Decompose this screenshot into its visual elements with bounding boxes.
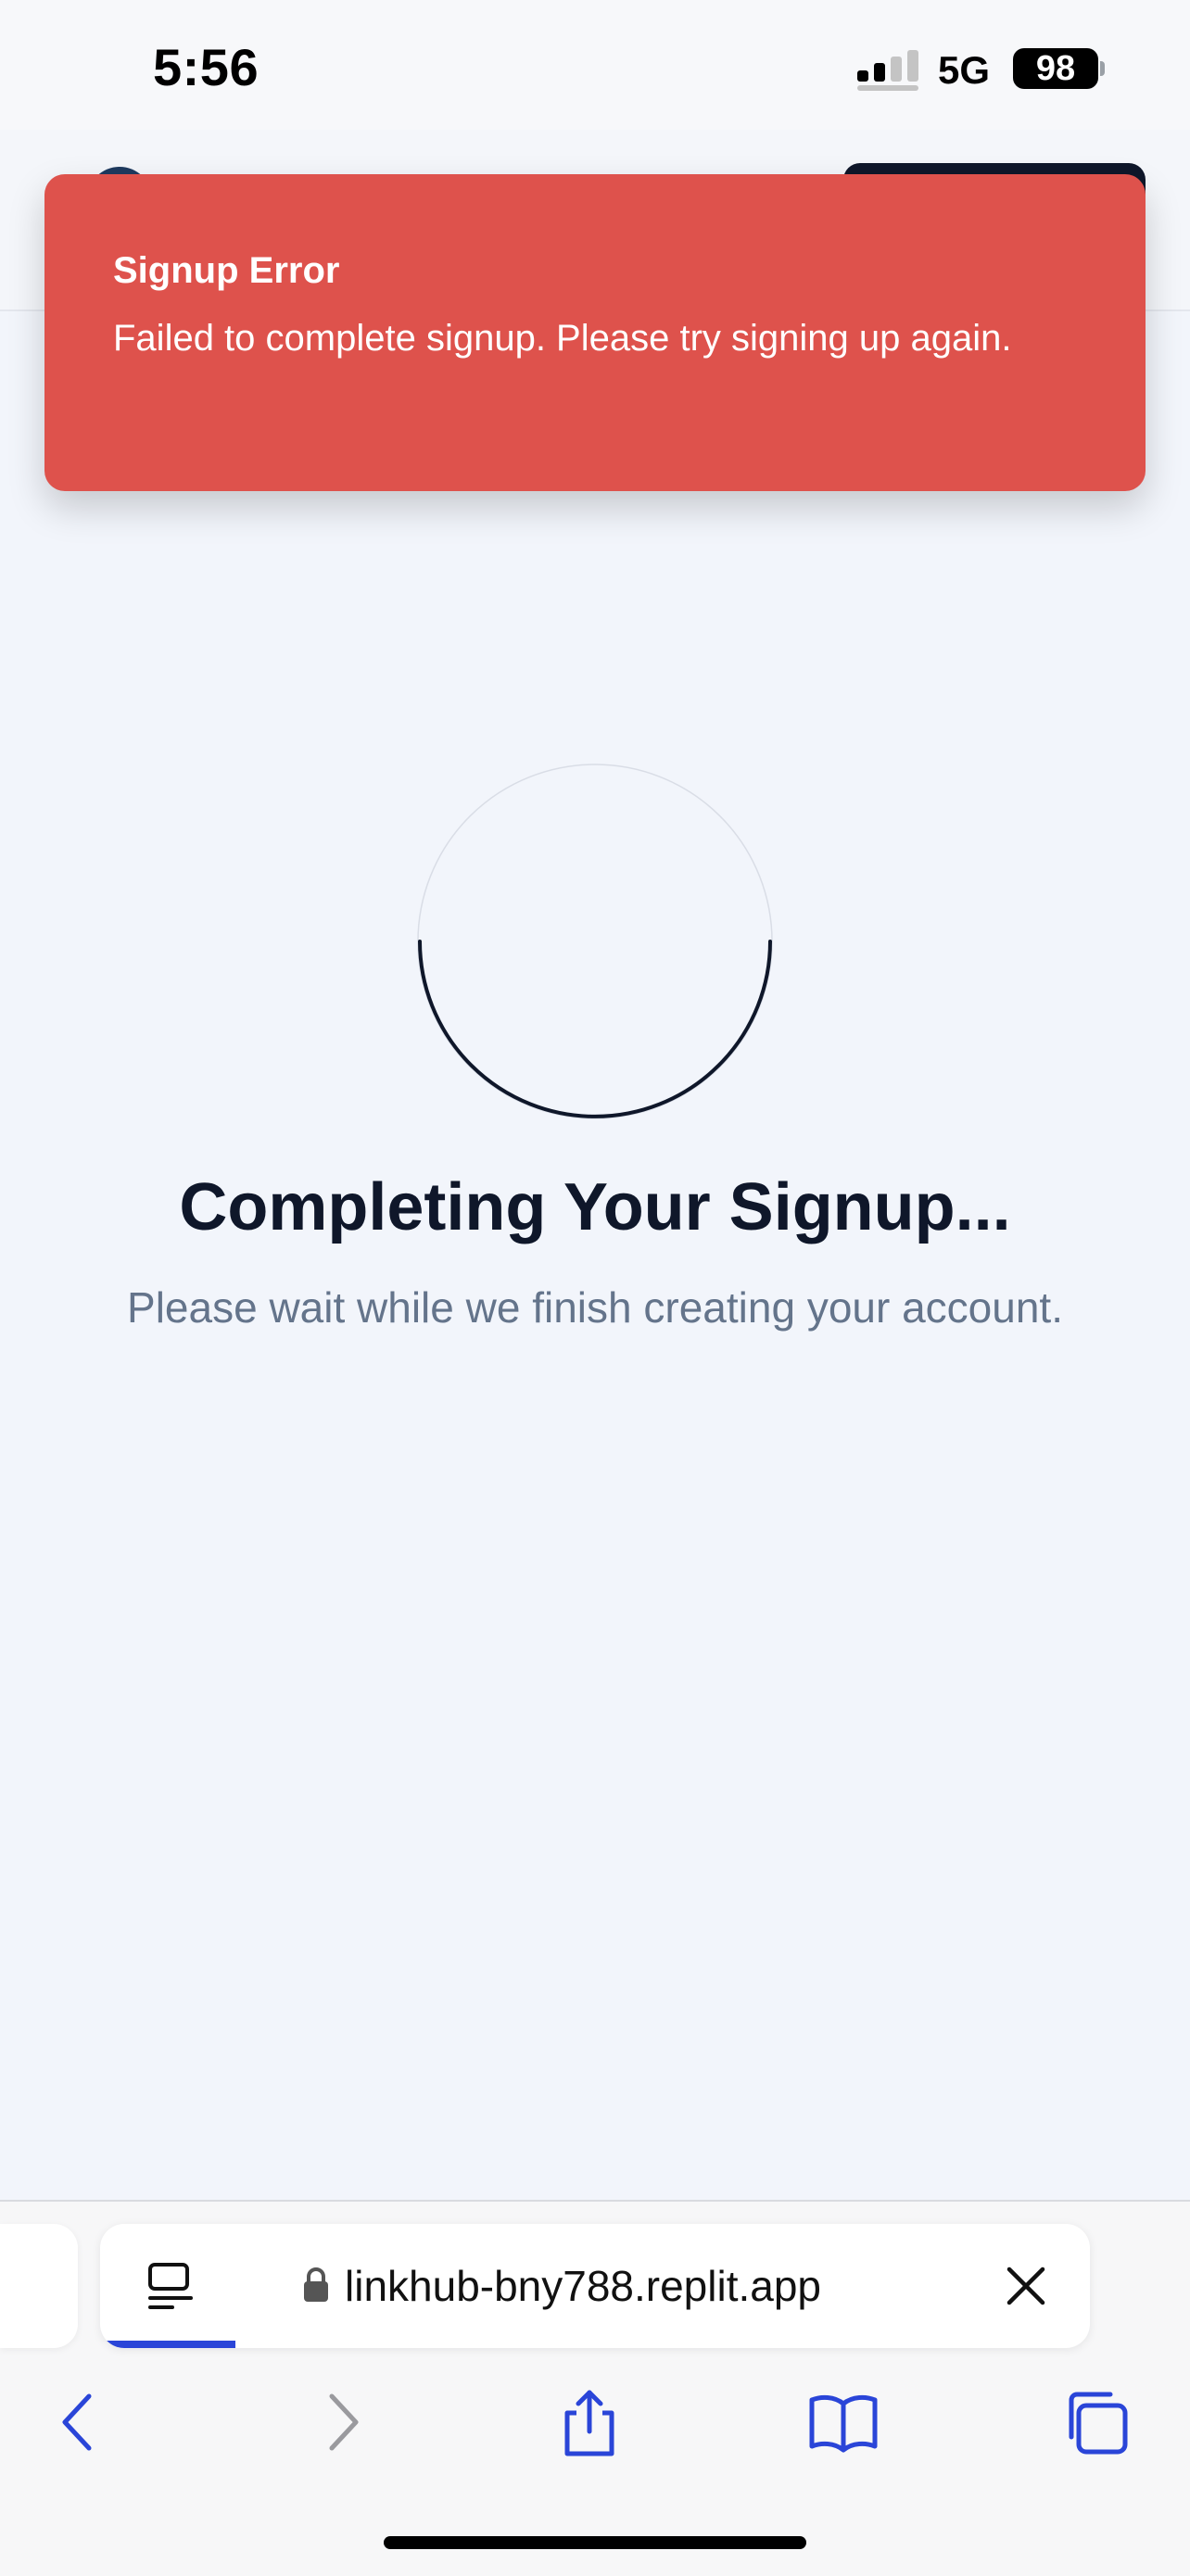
back-icon bbox=[62, 2393, 92, 2451]
battery-nub bbox=[1100, 61, 1105, 76]
tabs-icon bbox=[1069, 2392, 1128, 2455]
url-text[interactable]: linkhub-bny788.replit.app bbox=[345, 2261, 821, 2311]
page-subtitle: Please wait while we finish creating you… bbox=[127, 1283, 1063, 1332]
bookmarks-icon bbox=[809, 2394, 878, 2453]
reader-mode-icon[interactable] bbox=[143, 2259, 198, 2315]
error-toast[interactable]: Signup Error Failed to complete signup. … bbox=[44, 174, 1146, 491]
toast-message: Failed to complete signup. Please try si… bbox=[113, 318, 1012, 359]
cellular-signal-icon bbox=[857, 50, 918, 91]
close-icon[interactable] bbox=[1005, 2265, 1047, 2307]
toast-title: Signup Error bbox=[113, 250, 340, 291]
status-time: 5:56 bbox=[153, 38, 260, 96]
page-title: Completing Your Signup... bbox=[179, 1170, 1011, 1244]
network-type: 5G bbox=[938, 48, 991, 92]
bookmarks-button[interactable] bbox=[806, 2385, 880, 2459]
share-button[interactable] bbox=[552, 2385, 627, 2459]
back-button[interactable] bbox=[43, 2385, 117, 2459]
active-tab-indicator bbox=[100, 2341, 235, 2348]
battery-icon: 98 bbox=[1013, 48, 1098, 89]
loading-spinner-icon bbox=[417, 764, 773, 1119]
battery-level: 98 bbox=[1035, 49, 1076, 88]
previous-tab-card[interactable] bbox=[0, 2224, 78, 2348]
forward-icon bbox=[329, 2393, 359, 2451]
home-indicator bbox=[384, 2536, 806, 2549]
share-icon bbox=[564, 2390, 614, 2456]
address-bar[interactable]: linkhub-bny788.replit.app bbox=[100, 2224, 1090, 2348]
tabs-button[interactable] bbox=[1058, 2385, 1133, 2459]
status-bar: 5:56 5G 98 bbox=[0, 0, 1190, 130]
forward-button[interactable] bbox=[304, 2385, 378, 2459]
lock-icon bbox=[304, 2267, 328, 2302]
